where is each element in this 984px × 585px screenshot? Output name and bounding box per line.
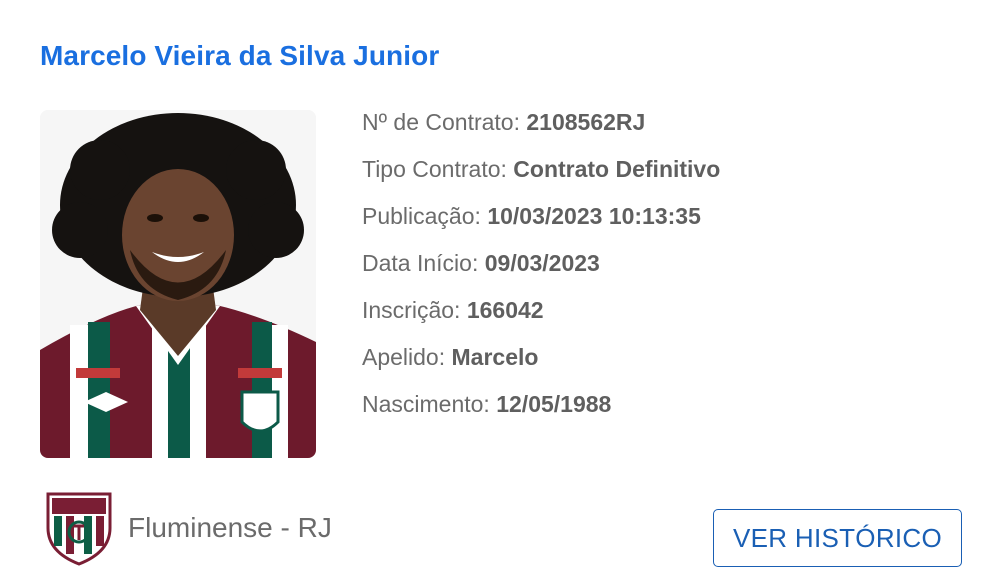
detail-value: 12/05/1988: [496, 391, 612, 417]
detail-label: Apelido:: [362, 344, 446, 370]
contract-type-row: Tipo Contrato: Contrato Definitivo: [362, 151, 720, 198]
publication-row: Publicação: 10/03/2023 10:13:35: [362, 198, 720, 245]
birth-date-row: Nascimento: 12/05/1988: [362, 386, 720, 433]
club-name: Fluminense - RJ: [128, 512, 332, 543]
detail-label: Nº de Contrato:: [362, 109, 520, 135]
player-name-link[interactable]: Marcelo Vieira da Silva Junior: [40, 40, 439, 72]
contract-details: Nº de Contrato: 2108562RJ Tipo Contrato:…: [362, 104, 720, 433]
detail-value: Contrato Definitivo: [513, 156, 721, 182]
detail-value: 10/03/2023 10:13:35: [487, 203, 701, 229]
view-history-button[interactable]: VER HISTÓRICO: [713, 509, 962, 567]
contract-number-row: Nº de Contrato: 2108562RJ: [362, 104, 720, 151]
nickname-row: Apelido: Marcelo: [362, 339, 720, 386]
detail-label: Tipo Contrato:: [362, 156, 507, 182]
club-info: Fluminense - RJ: [44, 490, 332, 566]
detail-value: 09/03/2023: [484, 250, 600, 276]
fluminense-crest-icon: [46, 492, 112, 566]
registration-row: Inscrição: 166042: [362, 292, 720, 339]
player-card: Marcelo Vieira da Silva Junior Nº de Con…: [0, 0, 984, 585]
detail-value: 166042: [466, 297, 544, 323]
detail-value: 2108562RJ: [526, 109, 646, 135]
player-photo: [40, 110, 316, 458]
detail-label: Nascimento:: [362, 391, 490, 417]
detail-label: Data Início:: [362, 250, 479, 276]
detail-value: Marcelo: [451, 344, 539, 370]
detail-label: Inscrição:: [362, 297, 461, 323]
detail-label: Publicação:: [362, 203, 481, 229]
start-date-row: Data Início: 09/03/2023: [362, 245, 720, 292]
